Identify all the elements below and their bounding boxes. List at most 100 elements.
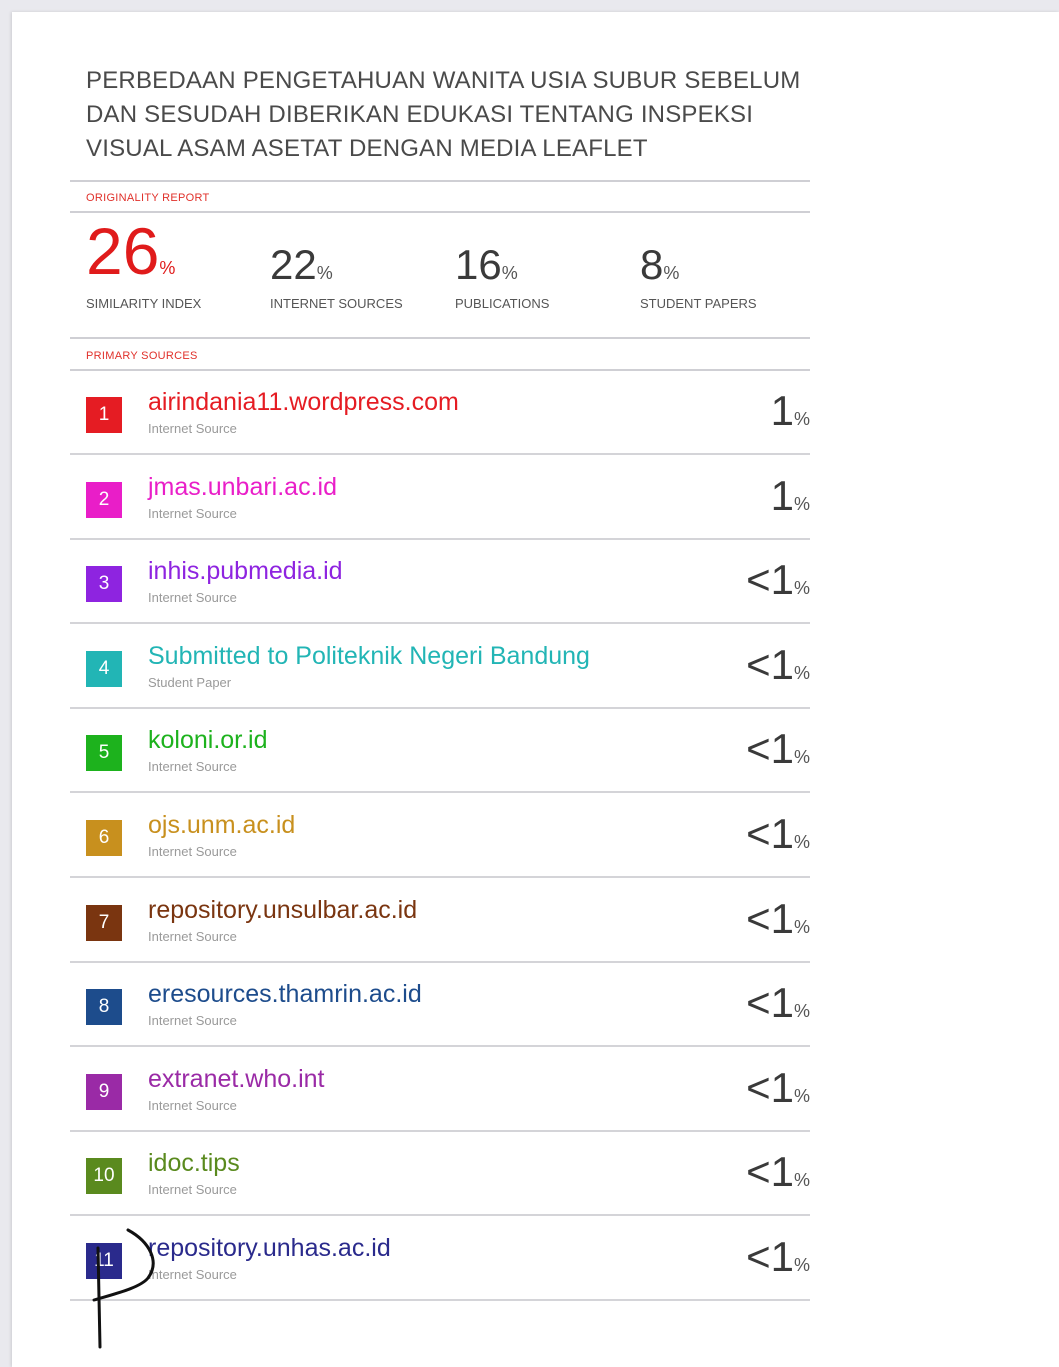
- source-percent: <1%: [746, 979, 810, 1027]
- source-row: 7 repository.unsulbar.ac.id Internet Sourc…: [70, 879, 810, 963]
- source-row: 3 inhis.pubmedia.id Internet Source <1%: [70, 540, 810, 625]
- source-percent-value: <1: [746, 640, 794, 688]
- source-rank-badge: 11: [86, 1243, 122, 1279]
- row-divider: [70, 1299, 810, 1301]
- internet-sources-label: INTERNET SOURCES: [270, 296, 403, 311]
- source-percent: 1%: [771, 472, 810, 520]
- source-rank-badge: 9: [86, 1073, 122, 1110]
- source-percent-value: 1: [770, 471, 794, 519]
- source-row: 10 idoc.tips Internet Source <1%: [70, 1132, 810, 1217]
- document-title-line: DAN SESUDAH DIBERIKAN EDUKASI TENTANG IN…: [86, 101, 754, 128]
- document-title-line: VISUAL ASAM ASETAT DENGAN MEDIA LEAFLET: [86, 135, 648, 162]
- source-percent: <1%: [746, 1148, 810, 1196]
- source-type: Internet Source: [148, 421, 237, 436]
- divider: [70, 337, 810, 339]
- student-papers-label: STUDENT PAPERS: [640, 296, 757, 311]
- source-percent-value: <1: [746, 1148, 794, 1196]
- source-row: 5 koloni.or.id Internet Source <1%: [70, 709, 810, 794]
- source-percent-value: <1: [746, 725, 794, 773]
- source-percent-value: <1: [746, 979, 794, 1027]
- publications-label: PUBLICATIONS: [455, 296, 550, 311]
- source-row: 4 Submitted to Politeknik Negeri Bandung S…: [70, 625, 810, 709]
- source-name-link[interactable]: extranet.who.int: [148, 1065, 325, 1094]
- source-row: 2 jmas.unbari.ac.id Internet Source 1%: [70, 456, 810, 540]
- percent-sign: %: [793, 493, 810, 514]
- student-papers-stat: 8% STUDENT PAPERS: [640, 241, 757, 312]
- source-type: Internet Source: [148, 759, 237, 775]
- source-name-link[interactable]: airindania11.wordpress.com: [148, 388, 459, 417]
- divider: [70, 211, 810, 213]
- source-type: Internet Source: [148, 1267, 237, 1282]
- source-row: 1 airindania11.wordpress.com Internet Sour…: [70, 371, 810, 455]
- divider: [70, 180, 810, 182]
- source-type: Internet Source: [148, 1097, 237, 1113]
- originality-report-label: ORIGINALITY REPORT: [86, 192, 210, 204]
- student-papers-value: 8: [640, 241, 664, 288]
- source-name-link[interactable]: koloni.or.id: [148, 726, 268, 755]
- source-percent: <1%: [746, 641, 810, 689]
- similarity-index-stat: 26% SIMILARITY INDEX: [86, 218, 201, 311]
- source-percent: <1%: [746, 725, 810, 773]
- percent-sign: %: [793, 832, 810, 852]
- source-rank-badge: 2: [86, 481, 122, 518]
- source-name-link[interactable]: Submitted to Politeknik Negeri Bandung: [148, 642, 590, 671]
- document-title: PERBEDAAN PENGETAHUAN WANITA USIA SUBUR …: [86, 64, 806, 166]
- source-name-link[interactable]: idoc.tips: [148, 1149, 240, 1178]
- source-type: Internet Source: [148, 928, 237, 944]
- percent-sign: %: [793, 747, 810, 768]
- source-percent-value: <1: [746, 1063, 794, 1111]
- source-row: 9 extranet.who.int Internet Source <1%: [70, 1048, 810, 1132]
- source-name-link[interactable]: ojs.unm.ac.id: [148, 811, 295, 840]
- source-percent-value: 1: [770, 387, 794, 434]
- source-name-link[interactable]: jmas.unbari.ac.id: [148, 473, 337, 502]
- source-rank-badge: 4: [86, 650, 122, 687]
- percent-sign: %: [501, 263, 518, 283]
- source-percent: <1%: [746, 1233, 810, 1281]
- document-title-line: PERBEDAAN PENGETAHUAN WANITA USIA SUBUR …: [86, 67, 801, 94]
- internet-sources-stat: 22% INTERNET SOURCES: [270, 241, 403, 312]
- source-type: Internet Source: [148, 1013, 237, 1029]
- source-name-link[interactable]: repository.unsulbar.ac.id: [148, 896, 417, 925]
- percent-sign: %: [793, 1085, 810, 1106]
- source-percent: <1%: [746, 556, 810, 604]
- percent-sign: %: [793, 1170, 810, 1191]
- source-rank-badge: 7: [86, 904, 122, 941]
- source-rank-badge: 5: [86, 735, 122, 772]
- percent-sign: %: [793, 578, 810, 599]
- percent-sign: %: [793, 409, 810, 429]
- source-rank-badge: 8: [86, 989, 122, 1026]
- primary-sources-label: PRIMARY SOURCES: [86, 350, 198, 362]
- source-percent: <1%: [746, 895, 810, 943]
- similarity-index-label: SIMILARITY INDEX: [86, 296, 202, 311]
- percent-sign: %: [159, 258, 176, 278]
- source-name-link[interactable]: eresources.thamrin.ac.id: [148, 980, 422, 1009]
- source-row: 6 ojs.unm.ac.id Internet Source <1%: [70, 794, 810, 878]
- percent-sign: %: [793, 1001, 810, 1022]
- source-type: Internet Source: [148, 505, 237, 521]
- publications-stat: 16% PUBLICATIONS: [455, 241, 549, 312]
- percent-sign: %: [793, 1255, 810, 1275]
- source-percent-value: <1: [746, 1233, 794, 1280]
- source-percent-value: <1: [746, 556, 794, 604]
- source-rank-badge: 10: [86, 1158, 122, 1195]
- percent-sign: %: [316, 263, 333, 283]
- source-rank-badge: 1: [86, 397, 122, 433]
- publications-value: 16: [455, 241, 502, 288]
- percent-sign: %: [793, 662, 810, 683]
- source-name-link[interactable]: inhis.pubmedia.id: [148, 557, 343, 586]
- source-type: Internet Source: [148, 1182, 237, 1198]
- percent-sign: %: [663, 263, 680, 283]
- percent-sign: %: [793, 916, 810, 937]
- source-rank-badge: 3: [86, 566, 122, 603]
- source-row: 8 eresources.thamrin.ac.id Internet Source…: [70, 963, 810, 1048]
- source-row: 11 repository.unhas.ac.id Internet Source <…: [70, 1217, 810, 1301]
- source-type: Internet Source: [148, 590, 237, 606]
- similarity-index-value: 26: [86, 214, 160, 288]
- internet-sources-value: 22: [270, 241, 317, 288]
- source-percent-value: <1: [746, 810, 794, 857]
- source-rank-badge: 6: [86, 820, 122, 856]
- source-percent-value: <1: [746, 894, 794, 942]
- source-name-link[interactable]: repository.unhas.ac.id: [148, 1234, 391, 1263]
- source-percent: <1%: [746, 1064, 810, 1112]
- report-page: PERBEDAAN PENGETAHUAN WANITA USIA SUBUR …: [12, 12, 1059, 1367]
